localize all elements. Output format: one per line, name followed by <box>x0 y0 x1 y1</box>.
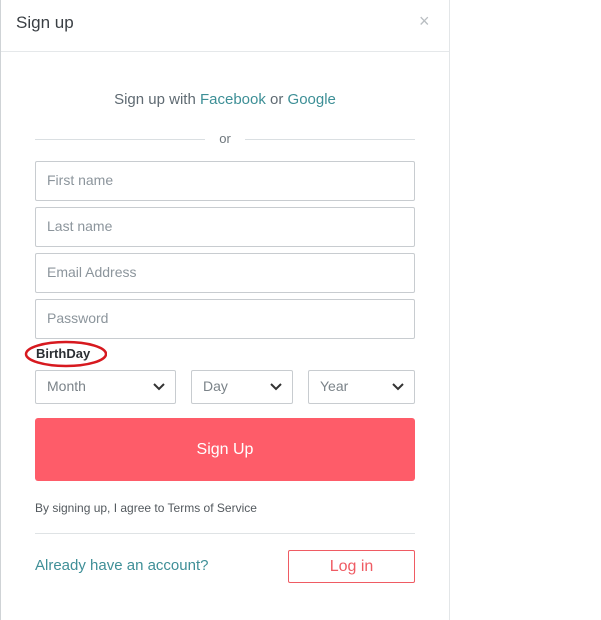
terms-text: By signing up, I agree to Terms of Servi… <box>35 501 257 515</box>
signup-modal: Sign up × Sign up with Facebook or Googl… <box>1 0 450 620</box>
modal-title: Sign up <box>16 13 74 32</box>
sign-up-button[interactable]: Sign Up <box>35 418 415 481</box>
footer-divider <box>35 533 415 534</box>
social-prefix: Sign up with <box>114 91 196 108</box>
last-name-field <box>35 207 415 247</box>
day-select[interactable]: Day <box>191 370 293 404</box>
social-signup-line: Sign up with Facebook or Google <box>1 91 449 108</box>
day-value: Day <box>203 378 228 394</box>
year-value: Year <box>320 378 349 394</box>
terms-link[interactable]: Terms of Service <box>168 501 257 515</box>
or-divider: or <box>35 131 415 147</box>
password-field <box>35 299 415 339</box>
email-input[interactable] <box>36 254 398 290</box>
modal-header: Sign up × <box>1 0 449 52</box>
month-value: Month <box>47 378 86 394</box>
month-select[interactable]: Month <box>35 370 176 404</box>
terms-prefix: By signing up, I agree to <box>35 501 165 515</box>
close-icon[interactable]: × <box>419 11 430 32</box>
google-link[interactable]: Google <box>288 91 336 108</box>
social-or: or <box>270 91 284 108</box>
last-name-input[interactable] <box>36 208 398 244</box>
already-have-account-text: Already have an account? <box>35 557 209 574</box>
chevron-down-icon <box>270 383 282 391</box>
divider-line-right <box>245 139 415 140</box>
chevron-down-icon <box>153 383 165 391</box>
password-input[interactable] <box>36 300 398 336</box>
first-name-field <box>35 161 415 201</box>
birthday-label: BirthDay <box>36 346 91 361</box>
chevron-down-icon <box>392 383 404 391</box>
year-select[interactable]: Year <box>308 370 415 404</box>
facebook-link[interactable]: Facebook <box>200 91 266 108</box>
first-name-input[interactable] <box>36 162 398 198</box>
email-field <box>35 253 415 293</box>
log-in-button[interactable]: Log in <box>288 550 415 583</box>
